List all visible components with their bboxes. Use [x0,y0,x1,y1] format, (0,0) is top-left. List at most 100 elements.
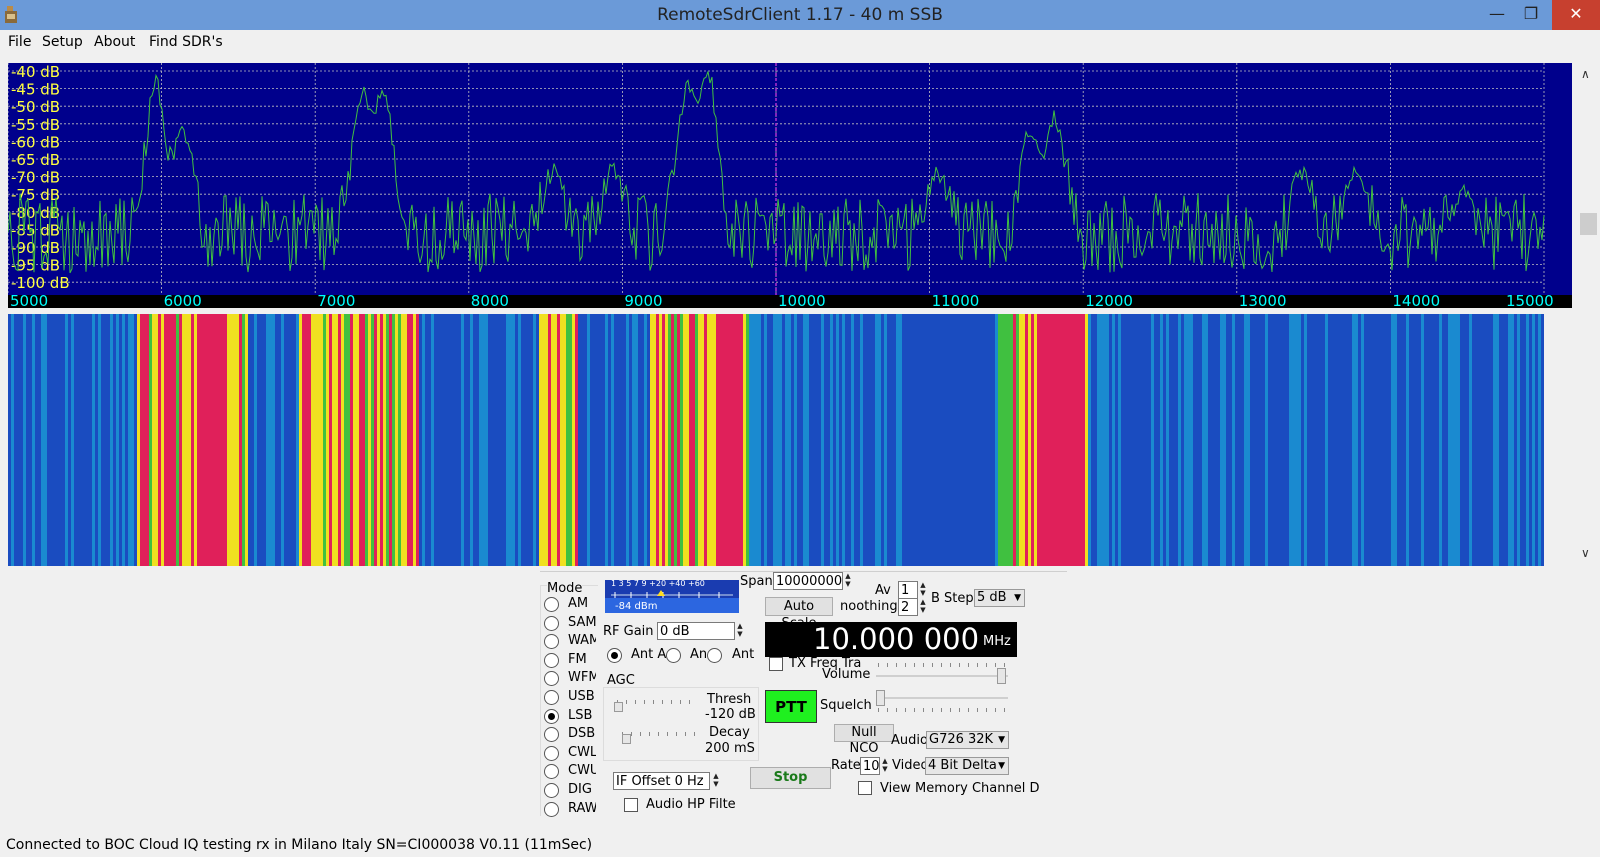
spectrum-background [8,63,1572,308]
av-label: Av [875,583,891,598]
volume-slider-track [876,675,1008,677]
mode-raw-label: RAW [568,800,596,816]
smoothing-input[interactable]: 2 [898,598,918,616]
menu-setup[interactable]: Setup [42,34,83,50]
thresh-label: Thresh [707,692,752,707]
audio-label: Audio [891,733,928,748]
close-icon[interactable]: ✕ [1552,0,1600,30]
spectrum-display[interactable]: -40 dB-45 dB-50 dB-55 dB-60 dB-65 dB-70 … [8,63,1572,308]
rf-gain-input[interactable]: 0 dB [657,622,735,640]
antenna-b-radio[interactable] [666,648,681,663]
if-offset-input[interactable]: IF Offset 0 Hz [613,772,710,790]
squelch-label: Squelch [820,698,872,713]
ptt-button[interactable]: PTT [765,690,817,723]
span-input[interactable]: 10000000 H [773,572,843,590]
signal-meter: 1 3 5 7 9 +20 +40 +60 -84 dBm [605,580,739,613]
freq-tick-label: 5000 [10,292,48,308]
decay-value: 200 mS [705,741,755,756]
antenna-a-label: Ant A [631,647,667,662]
view-memory-checkbox[interactable] [858,781,872,795]
rf-gain-spinner[interactable]: ▲ ▼ [735,622,745,640]
volume-slider-ticks [878,663,1006,667]
antenna-b-label: An [690,647,708,662]
av-spinner[interactable]: ▲ ▼ [918,581,928,599]
mode-label: Mode [547,581,583,596]
menu-find-sdrs[interactable]: Find SDR's [149,34,223,50]
video-codec-select[interactable]: 4 Bit Delta ▼ [925,757,1009,775]
freq-tick-label: 7000 [317,292,355,308]
spectrum-scrollbar[interactable]: ∧ ∨ [1573,63,1600,566]
squelch-slider[interactable] [876,690,885,706]
null-nco-button[interactable]: Null NCO [834,724,894,756]
mode-usb-radio[interactable] [544,690,559,705]
antenna-c-label: Ant [732,647,755,662]
span-spinner[interactable]: ▲ ▼ [843,572,853,590]
db-tick-label: -40 dB [11,63,60,81]
agc-label: AGC [607,673,635,688]
db-step-select[interactable]: 5 dB ▼ [974,589,1025,607]
tx-freq-track-checkbox[interactable] [769,657,783,671]
mode-lsb-radio[interactable] [544,708,559,724]
stop-button[interactable]: Stop [750,767,831,789]
antenna-c-radio[interactable] [707,648,722,663]
mode-lsb-label: LSB [568,707,593,723]
scroll-thumb[interactable] [1580,213,1597,235]
freq-tick-label: 15000 [1506,292,1554,308]
freq-tick-label: 10000 [778,292,826,308]
rate-spinner[interactable]: ▲ ▼ [880,757,890,775]
thresh-slider[interactable] [614,702,623,712]
freq-tick-label: 13000 [1239,292,1287,308]
scroll-down-icon[interactable]: ∨ [1581,546,1590,560]
waterfall-bands [8,314,1572,566]
span-label: Span [740,574,773,589]
audio-hp-filter-label: Audio HP Filte [646,797,736,812]
minimize-icon[interactable]: — [1480,0,1514,30]
av-input[interactable]: 1 [898,581,918,599]
mode-cwl-radio[interactable] [544,745,559,761]
if-offset-spinner[interactable]: ▲ ▼ [711,772,721,790]
thresh-slider-ticks [617,700,697,704]
db-step-label: B Step [931,591,974,606]
mode-dig-radio[interactable] [544,783,559,798]
antenna-a-radio[interactable] [607,648,622,663]
waterfall-display[interactable] [8,314,1572,566]
mode-dig-label: DIG [568,782,592,797]
mode-raw-radio[interactable] [544,801,559,817]
volume-slider[interactable] [997,668,1006,684]
rf-gain-label: RF Gain [603,624,654,639]
restore-icon[interactable]: ❐ [1514,0,1548,30]
audio-codec-value: G726 32K [929,732,994,747]
smoothing-spinner[interactable]: ▲ ▼ [918,598,928,616]
view-memory-label: View Memory Channel D [880,781,1040,796]
title-bar: RemoteSdrClient 1.17 - 40 m SSB — ❐ ✕ [0,0,1600,30]
mode-sam-label: SAM [568,614,596,630]
menu-file[interactable]: File [8,34,31,50]
auto-scale-button[interactable]: Auto Scale [765,597,833,631]
meter-reading: -84 dBm [615,601,658,612]
frequency-display[interactable]: 10.000 000 MHz [765,622,1017,657]
audio-hp-filter-checkbox[interactable] [624,798,638,812]
audio-codec-select[interactable]: G726 32K ▼ [926,731,1009,749]
thresh-value: -120 dB [705,707,756,722]
meter-scale: 1 3 5 7 9 +20 +40 +60 [611,580,705,588]
video-label: Video [892,758,929,773]
smoothing-label: noothing [840,599,898,614]
mode-cwu-label: CWU [568,763,596,779]
db-tick-label: -75 dB [11,186,60,204]
frequency-unit: MHz [983,634,1011,649]
squelch-slider-ticks [878,708,1006,712]
db-tick-label: -100 dB [11,274,70,292]
mode-fm-radio[interactable] [544,652,559,668]
freq-tick-label: 9000 [624,292,662,308]
mode-usb-label: USB [568,689,595,704]
decay-slider[interactable] [622,734,631,744]
db-tick-label: -55 dB [11,116,60,134]
rate-input[interactable]: 10 [860,757,880,775]
rate-label: Rate [831,758,861,773]
mode-fm-label: FM [568,651,587,667]
scroll-up-icon[interactable]: ∧ [1581,67,1590,81]
mode-sam-radio[interactable] [544,615,559,631]
db-tick-label: -70 dB [11,169,60,187]
menu-about[interactable]: About [94,34,135,50]
mode-am-radio[interactable] [544,597,559,612]
